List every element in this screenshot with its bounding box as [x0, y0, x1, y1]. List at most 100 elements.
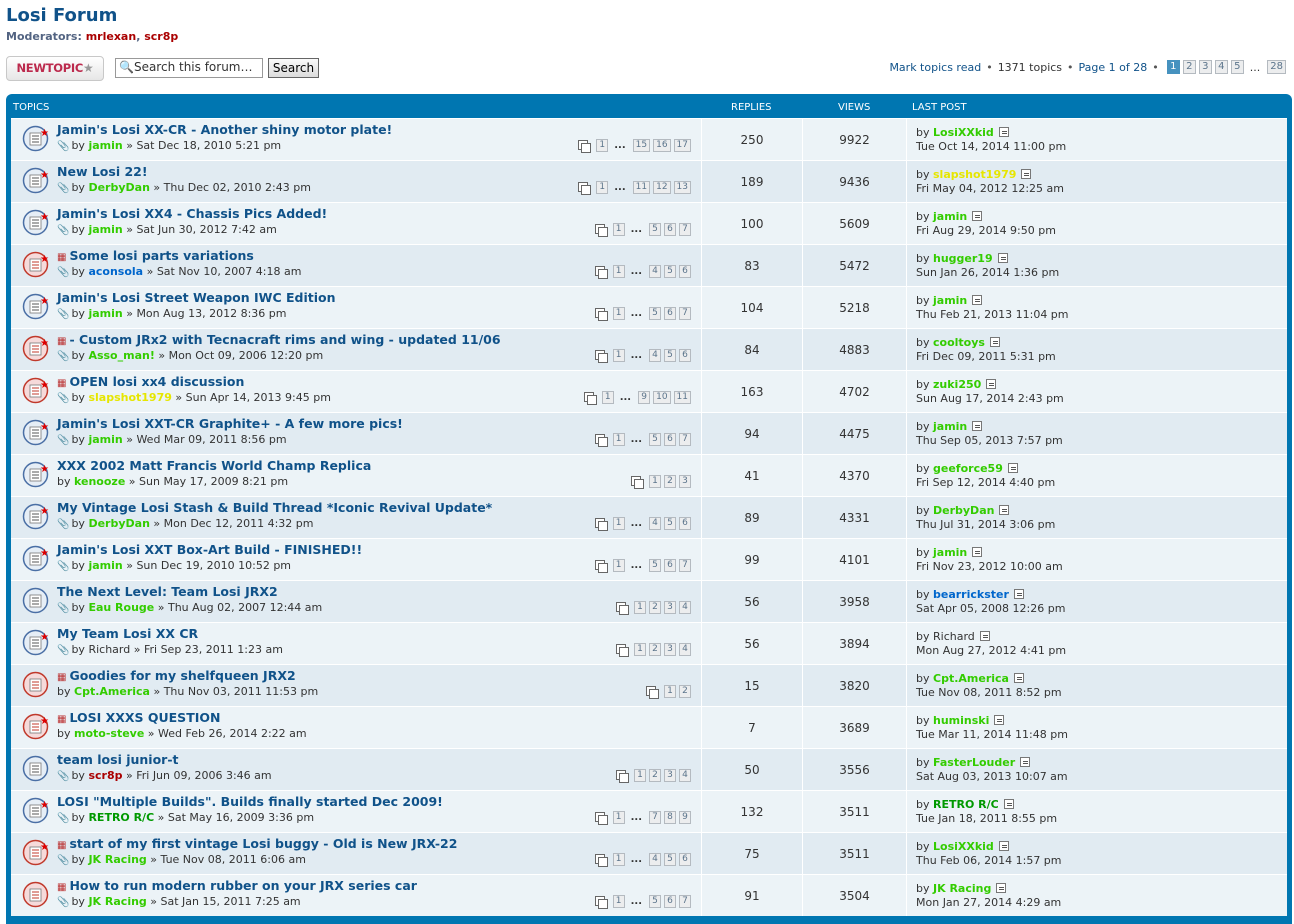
last-post-author-link[interactable]: jamin [933, 210, 967, 223]
topic-author-link[interactable]: jamin [88, 433, 122, 446]
topic-title-link[interactable]: - Custom JRx2 with Tecnacraft rims and w… [69, 332, 500, 347]
last-post-author-link[interactable]: DerbyDan [933, 504, 994, 517]
topic-title-link[interactable]: My Team Losi XX CR [57, 626, 198, 641]
topic-page-link[interactable]: 1 [634, 769, 646, 782]
topic-page-link[interactable]: 1 [612, 349, 625, 362]
topic-title-link[interactable]: The Next Level: Team Losi JRX2 [57, 584, 278, 599]
topic-page-link[interactable]: 2 [664, 475, 676, 488]
view-latest-post-icon[interactable] [972, 211, 983, 221]
topic-page-link[interactable]: 1 [664, 685, 676, 698]
topic-title-link[interactable]: Jamin's Losi XX4 - Chassis Pics Added! [57, 206, 327, 221]
topic-page-link[interactable]: 1 [612, 559, 625, 572]
topic-title-link[interactable]: Jamin's Losi Street Weapon IWC Edition [57, 290, 336, 305]
page-link[interactable]: 2 [1182, 60, 1196, 74]
topic-page-link[interactable]: 1 [612, 433, 625, 446]
topic-page-link[interactable]: 5 [664, 517, 676, 530]
topic-page-link[interactable]: 5 [649, 433, 661, 446]
topic-title-link[interactable]: How to run modern rubber on your JRX ser… [69, 878, 417, 893]
topic-author-link[interactable]: jamin [88, 559, 122, 572]
topic-page-link[interactable]: 6 [679, 853, 691, 866]
topic-page-link[interactable]: 3 [664, 643, 676, 656]
topic-page-link[interactable]: 6 [664, 559, 676, 572]
topic-title-link[interactable]: LOSI XXXS QUESTION [69, 710, 220, 725]
topic-page-link[interactable]: 4 [679, 601, 691, 614]
view-latest-post-icon[interactable] [979, 631, 990, 641]
topic-page-link[interactable]: 2 [649, 769, 661, 782]
topic-page-link[interactable]: 5 [649, 307, 661, 320]
topic-page-link[interactable]: 1 [634, 643, 646, 656]
topic-page-link[interactable]: 7 [679, 433, 691, 446]
topic-page-link[interactable]: 6 [679, 349, 691, 362]
topic-page-link[interactable]: 6 [679, 517, 691, 530]
topic-page-link[interactable]: 2 [649, 643, 661, 656]
topic-author-link[interactable]: moto-steve [74, 727, 144, 740]
last-post-author-link[interactable]: bearrickster [933, 588, 1009, 601]
topic-author-link[interactable]: RETRO R/C [88, 811, 154, 824]
last-post-author-link[interactable]: RETRO R/C [933, 798, 999, 811]
topic-page-link[interactable]: 3 [679, 475, 691, 488]
topic-page-link[interactable]: 4 [679, 643, 691, 656]
topic-author-link[interactable]: kenooze [74, 475, 125, 488]
view-latest-post-icon[interactable] [1020, 757, 1031, 767]
topic-page-link[interactable]: 12 [653, 181, 671, 194]
topic-page-link[interactable]: 9 [679, 811, 691, 824]
view-latest-post-icon[interactable] [994, 715, 1005, 725]
last-post-author-link[interactable]: LosiXXkid [933, 840, 994, 853]
topic-page-link[interactable]: 16 [653, 139, 671, 152]
last-post-author-link[interactable]: LosiXXkid [933, 126, 994, 139]
topic-page-link[interactable]: 1 [596, 181, 609, 194]
topic-page-link[interactable]: 1 [601, 391, 614, 404]
moderator-link[interactable]: mrlexan [86, 30, 136, 43]
topic-title-link[interactable]: Jamin's Losi XXT-CR Graphite+ - A few mo… [57, 416, 403, 431]
topic-page-link[interactable]: 2 [649, 601, 661, 614]
last-post-author-link[interactable]: geeforce59 [933, 462, 1003, 475]
search-button[interactable]: Search [268, 58, 319, 78]
topic-page-link[interactable]: 3 [664, 601, 676, 614]
moderator-link[interactable]: scr8p [144, 30, 178, 43]
last-post-author-link[interactable]: jamin [933, 420, 967, 433]
topic-title-link[interactable]: My Vintage Losi Stash & Build Thread *Ic… [57, 500, 492, 515]
topic-author-link[interactable]: aconsola [88, 265, 143, 278]
topic-title-link[interactable]: LOSI "Multiple Builds". Builds finally s… [57, 794, 443, 809]
topic-page-link[interactable]: 11 [632, 181, 651, 194]
last-post-author-link[interactable]: FasterLouder [933, 756, 1015, 769]
topic-page-link[interactable]: 13 [673, 181, 691, 194]
topic-page-link[interactable]: 9 [638, 391, 651, 404]
last-post-author-link[interactable]: zuki250 [933, 378, 981, 391]
topic-page-link[interactable]: 1 [612, 265, 625, 278]
page-link-last[interactable]: 28 [1267, 60, 1286, 74]
view-latest-post-icon[interactable] [1021, 169, 1032, 179]
last-post-author-link[interactable]: jamin [933, 546, 967, 559]
view-latest-post-icon[interactable] [998, 841, 1009, 851]
topic-author-link[interactable]: slapshot1979 [88, 391, 171, 404]
topic-page-link[interactable]: 6 [679, 265, 691, 278]
topic-author-link[interactable]: jamin [88, 307, 122, 320]
new-topic-button[interactable]: NEWTOPIC★ [6, 56, 104, 81]
topic-page-link[interactable]: 1 [612, 307, 625, 320]
last-post-author-link[interactable]: Richard [933, 630, 975, 643]
topic-page-link[interactable]: 15 [632, 139, 651, 152]
topic-author-link[interactable]: Asso_man! [88, 349, 154, 362]
topic-page-link[interactable]: 17 [673, 139, 691, 152]
topic-page-link[interactable]: 4 [649, 349, 661, 362]
topic-page-link[interactable]: 7 [679, 559, 691, 572]
topic-page-link[interactable]: 4 [679, 769, 691, 782]
topic-title-link[interactable]: start of my first vintage Losi buggy - O… [69, 836, 457, 851]
topic-page-link[interactable]: 1 [596, 139, 609, 152]
topic-title-link[interactable]: Jamin's Losi XXT Box-Art Build - FINISHE… [57, 542, 362, 557]
topic-page-link[interactable]: 3 [664, 769, 676, 782]
last-post-author-link[interactable]: jamin [933, 294, 967, 307]
topic-title-link[interactable]: Goodies for my shelfqueen JRX2 [69, 668, 295, 683]
forum-title[interactable]: Losi Forum [6, 4, 1288, 30]
page-indicator[interactable]: Page 1 of 28 [1079, 61, 1148, 74]
topic-author-link[interactable]: jamin [88, 139, 122, 152]
topic-page-link[interactable]: 1 [612, 895, 625, 908]
topic-page-link[interactable]: 7 [679, 223, 691, 236]
search-input[interactable]: 🔍Search this forum… [115, 58, 263, 78]
topic-author-link[interactable]: JK Racing [88, 853, 146, 866]
topic-title-link[interactable]: New Losi 22! [57, 164, 148, 179]
topic-title-link[interactable]: Jamin's Losi XX-CR - Another shiny motor… [57, 122, 392, 137]
topic-page-link[interactable]: 1 [634, 601, 646, 614]
view-latest-post-icon[interactable] [999, 505, 1010, 515]
last-post-author-link[interactable]: cooltoys [933, 336, 985, 349]
